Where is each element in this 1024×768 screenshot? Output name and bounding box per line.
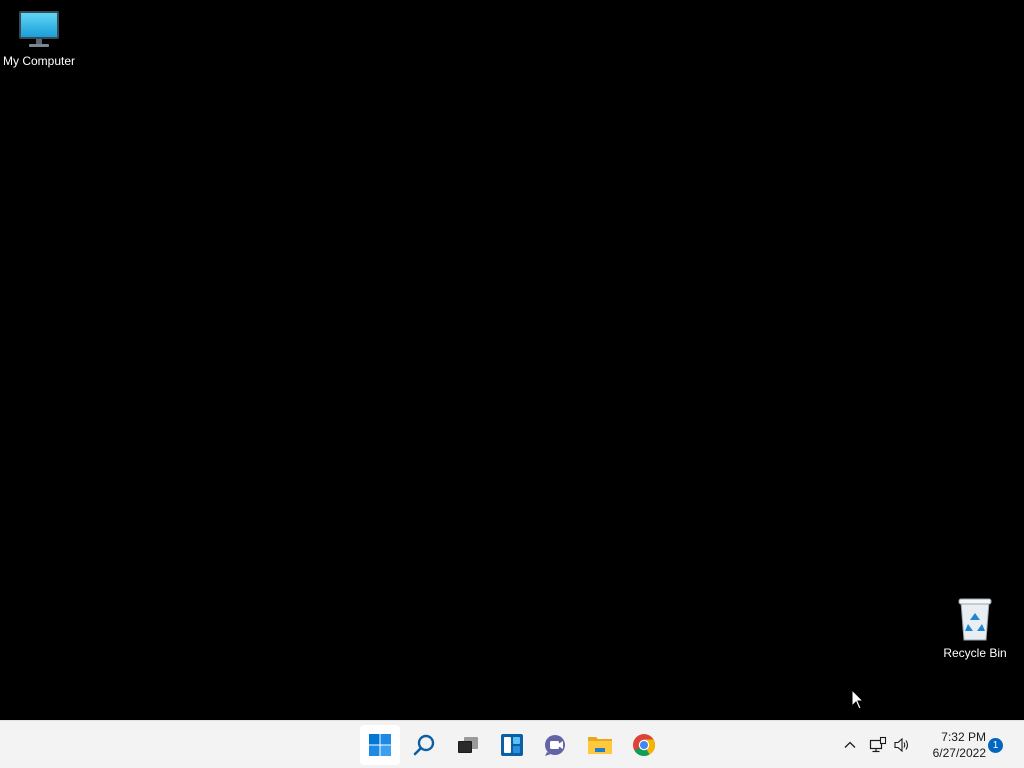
widgets-icon [501, 734, 523, 756]
start-button[interactable] [360, 725, 400, 765]
windows-start-icon [369, 734, 391, 756]
taskbar: 7:32 PM 6/27/2022 1 [0, 720, 1024, 768]
chrome-icon [633, 734, 655, 756]
network-icon [869, 736, 887, 753]
clock-date: 6/27/2022 [932, 746, 986, 760]
chrome-button[interactable] [624, 725, 664, 765]
volume-icon [894, 737, 909, 753]
file-explorer-icon [588, 737, 612, 754]
search-icon [413, 734, 435, 756]
teams-chat-icon [545, 735, 565, 756]
search-button[interactable] [404, 725, 444, 765]
desktop[interactable]: My Computer Recycle Bin [0, 0, 1024, 720]
desktop-icon-recycle-bin[interactable]: Recycle Bin [936, 596, 1014, 660]
clock[interactable]: 7:32 PM 6/27/2022 [918, 729, 986, 761]
desktop-icon-label: My Computer [2, 54, 76, 68]
task-view-button[interactable] [448, 725, 488, 765]
network-button[interactable] [866, 733, 890, 757]
volume-button[interactable] [890, 733, 914, 757]
widgets-button[interactable] [492, 725, 532, 765]
show-hidden-icons-button[interactable] [838, 733, 862, 757]
mouse-cursor-icon [851, 689, 865, 710]
file-explorer-button[interactable] [580, 725, 620, 765]
chat-button[interactable] [536, 725, 576, 765]
desktop-icon-my-computer[interactable]: My Computer [0, 8, 78, 68]
chevron-up-icon [844, 741, 856, 748]
monitor-icon [19, 11, 59, 47]
task-view-icon [458, 737, 478, 753]
recycle-bin-icon [958, 598, 992, 641]
clock-time: 7:32 PM [941, 730, 986, 744]
desktop-icon-label: Recycle Bin [943, 646, 1007, 660]
notification-badge[interactable]: 1 [988, 738, 1003, 753]
